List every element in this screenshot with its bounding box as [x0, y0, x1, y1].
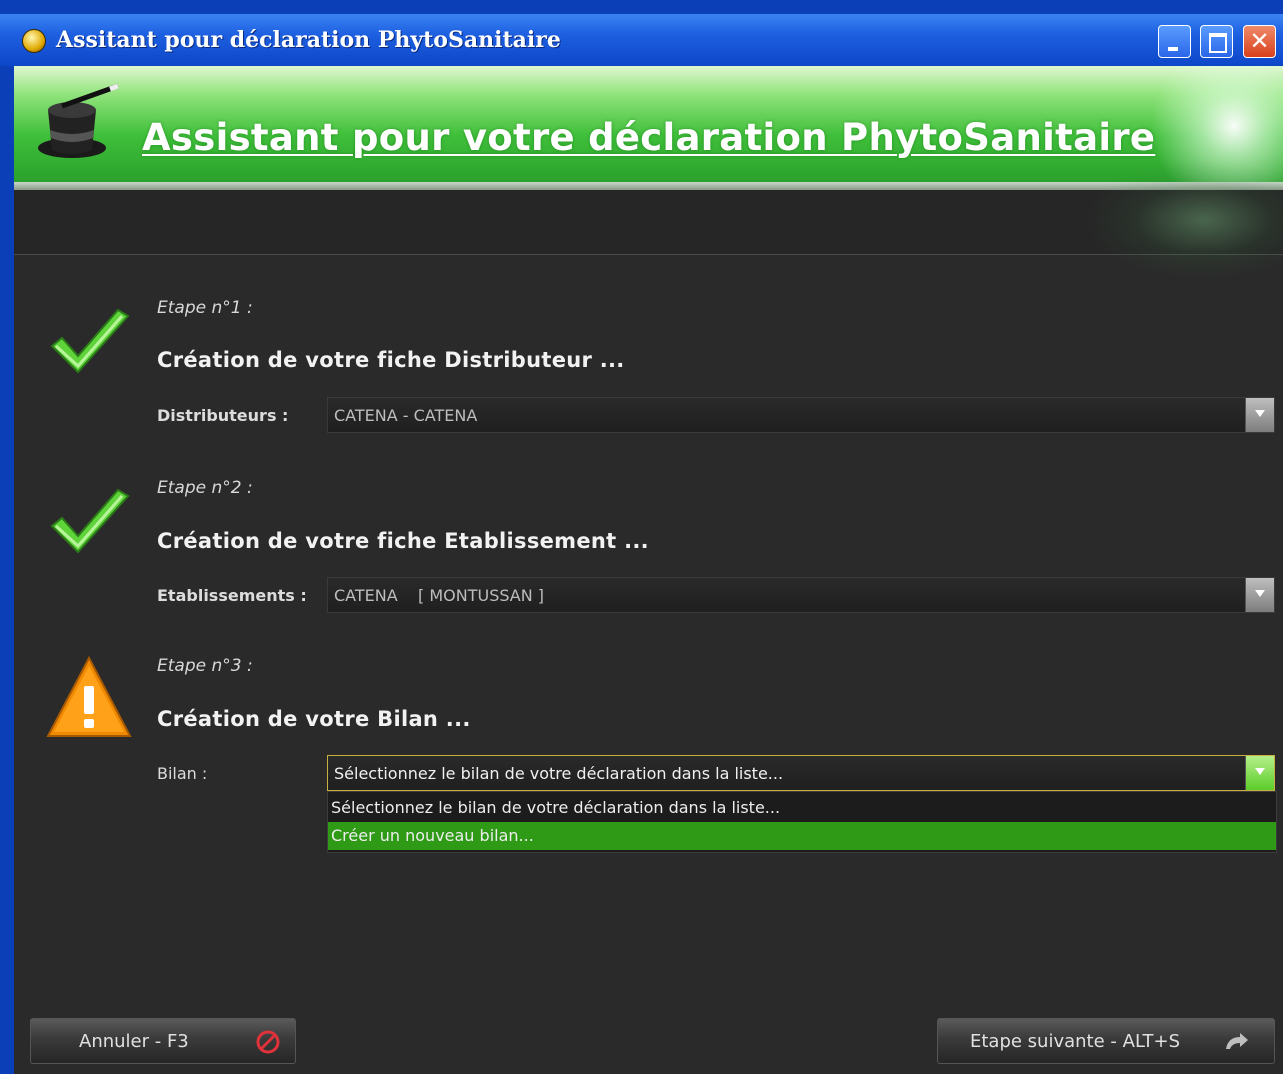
next-step-label: Etape suivante - ALT+S [970, 1031, 1180, 1052]
step3-label: Etape n°3 : [157, 656, 253, 676]
distributors-value: CATENA - CATENA [334, 406, 478, 425]
bilan-value: Sélectionnez le bilan de votre déclarati… [334, 764, 784, 783]
close-button[interactable]: ✕ [1243, 25, 1276, 58]
checkmark-icon [50, 308, 130, 374]
step2-label: Etape n°2 : [157, 478, 253, 498]
establishments-value: CATENA [ MONTUSSAN ] [334, 586, 545, 605]
bilan-label: Bilan : [157, 764, 208, 783]
title-bar[interactable]: Assitant pour déclaration PhytoSanitaire… [0, 14, 1283, 66]
distributors-label: Distributeurs : [157, 406, 289, 425]
arrow-forward-icon [1226, 1033, 1248, 1049]
wizard-window: Assitant pour déclaration PhytoSanitaire… [0, 0, 1283, 1074]
cancel-button[interactable]: Annuler - F3 [30, 1018, 296, 1064]
chevron-down-icon[interactable] [1245, 756, 1274, 790]
dropdown-option-new-bilan[interactable]: Créer un nouveau bilan... [328, 822, 1276, 850]
step3-title: Création de votre Bilan ... [157, 707, 471, 731]
app-icon [22, 29, 46, 53]
establishments-label: Etablissements : [157, 586, 307, 605]
wizard-content: Assistant pour votre déclaration PhytoSa… [14, 66, 1283, 1074]
bilan-dropdown-list[interactable]: Sélectionnez le bilan de votre déclarati… [327, 791, 1277, 853]
step1-label: Etape n°1 : [157, 298, 253, 318]
chevron-down-icon[interactable] [1245, 398, 1274, 432]
cancel-icon [256, 1030, 280, 1054]
maximize-icon [1201, 26, 1232, 57]
dropdown-option[interactable]: Sélectionnez le bilan de votre déclarati… [328, 794, 1276, 822]
next-step-button[interactable]: Etape suivante - ALT+S [937, 1018, 1275, 1064]
magic-hat-icon [38, 83, 119, 158]
banner-title: Assistant pour votre déclaration PhytoSa… [142, 116, 1156, 159]
window-title: Assitant pour déclaration PhytoSanitaire [56, 27, 561, 53]
maximize-button[interactable] [1200, 25, 1233, 58]
bilan-combo[interactable]: Sélectionnez le bilan de votre déclarati… [327, 755, 1275, 791]
checkmark-icon [50, 488, 130, 554]
warning-icon [46, 655, 132, 737]
establishments-combo[interactable]: CATENA [ MONTUSSAN ] [327, 577, 1275, 613]
chevron-down-icon[interactable] [1245, 578, 1274, 612]
minimize-icon [1159, 26, 1190, 57]
cancel-label: Annuler - F3 [79, 1031, 189, 1052]
close-icon: ✕ [1249, 27, 1270, 55]
minimize-button[interactable] [1158, 25, 1191, 58]
distributors-combo[interactable]: CATENA - CATENA [327, 397, 1275, 433]
header-separator [14, 160, 1283, 280]
step1-title: Création de votre fiche Distributeur ... [157, 348, 625, 372]
step2-title: Création de votre fiche Etablissement ..… [157, 529, 649, 553]
